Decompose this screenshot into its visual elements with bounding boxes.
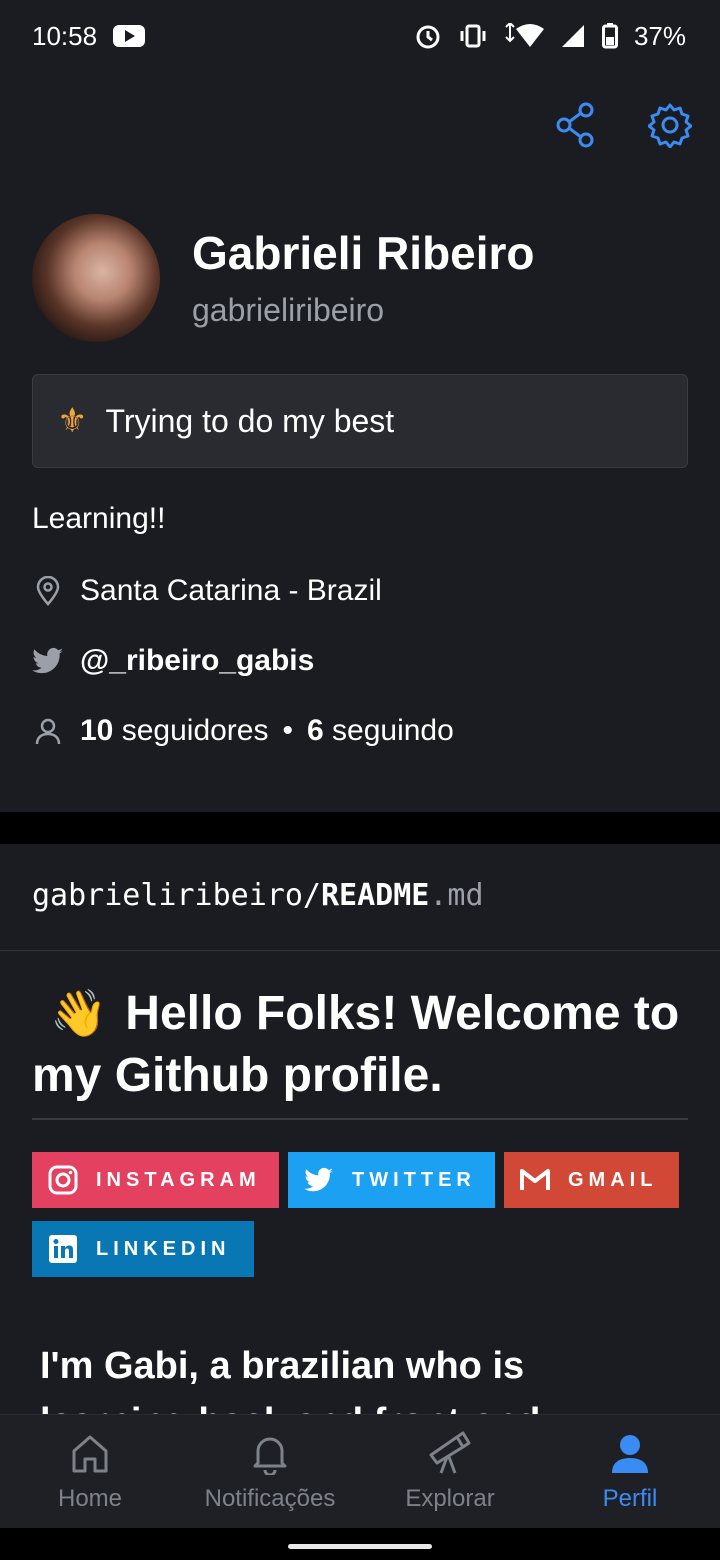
section-separator [0, 812, 720, 844]
divider [0, 950, 720, 951]
nav-profile[interactable]: Perfil [540, 1415, 720, 1529]
nav-profile-label: Perfil [602, 1485, 658, 1512]
nav-explore-label: Explorar [405, 1485, 495, 1512]
following-label: seguindo [332, 714, 454, 747]
followers-count: 10 [80, 714, 114, 747]
twitter-row[interactable]: @_ribeiro_gabis [32, 644, 314, 678]
waving-hand-icon: 👋 [50, 987, 108, 1039]
location-pin-icon [32, 575, 64, 607]
cell-signal-icon [560, 23, 586, 49]
readme-heading: 👋 Hello Folks! Welcome to my Github profi… [32, 982, 688, 1107]
home-gesture-bar[interactable] [288, 1544, 432, 1549]
bio: Learning!! [32, 502, 166, 535]
twitter-badge-label: TWITTER [352, 1168, 476, 1191]
clock: 10:58 [32, 20, 98, 51]
linkedin-badge[interactable]: LINKEDIN [32, 1221, 254, 1277]
avatar[interactable] [32, 214, 160, 342]
vibrate-icon [458, 24, 488, 48]
gmail-label: GMAIL [568, 1168, 658, 1191]
gmail-icon [520, 1165, 550, 1195]
instagram-icon [48, 1165, 78, 1195]
linkedin-icon [48, 1234, 78, 1264]
user-status[interactable]: ⚜ Trying to do my best [32, 374, 688, 468]
bell-icon [250, 1431, 290, 1475]
twitter-handle: @_ribeiro_gabis [80, 644, 315, 677]
battery-level: 37% [633, 20, 686, 51]
readme-owner: gabrieliribeiro/ [32, 878, 321, 913]
bottom-navigation: Home Notificações Explorar Perfil [0, 1414, 720, 1529]
status-bar: 10:58 37% [0, 0, 720, 72]
person-outline-icon [32, 715, 64, 747]
readme-file: README [320, 878, 430, 913]
telescope-icon [427, 1431, 473, 1475]
home-icon [70, 1431, 110, 1475]
gmail-badge[interactable]: GMAIL [504, 1152, 679, 1208]
battery-icon [601, 23, 618, 49]
gear-icon[interactable] [648, 102, 692, 148]
followers-row[interactable]: 10 seguidores • 6 seguindo [32, 714, 454, 748]
twitter-icon [32, 645, 64, 677]
nav-home[interactable]: Home [0, 1415, 180, 1529]
separator-dot: • [282, 714, 293, 747]
display-name: Gabrieli Ribeiro [192, 227, 535, 280]
twitter-bird-icon [304, 1165, 334, 1195]
fleur-de-lis-icon: ⚜ [57, 402, 88, 440]
twitter-badge[interactable]: TWITTER [288, 1152, 495, 1208]
heading-rule [32, 1118, 688, 1120]
following-count: 6 [307, 714, 324, 747]
username: gabrieliribeiro [192, 291, 385, 328]
youtube-icon [113, 25, 146, 47]
nav-explore[interactable]: Explorar [360, 1415, 540, 1529]
nav-home-label: Home [57, 1485, 123, 1512]
nav-notifications[interactable]: Notificações [180, 1415, 360, 1529]
nav-notifications-label: Notificações [204, 1485, 336, 1512]
readme-heading-text: Hello Folks! Welcome to my Github profil… [32, 987, 680, 1102]
location-text: Santa Catarina - Brazil [80, 574, 382, 607]
wifi-icon [504, 23, 544, 49]
alarm-icon [414, 22, 442, 50]
location-row: Santa Catarina - Brazil [32, 574, 382, 608]
linkedin-label: LINKEDIN [96, 1237, 231, 1260]
profile-actions [556, 102, 692, 148]
followers-label: seguidores [121, 714, 269, 747]
share-icon[interactable] [556, 102, 596, 148]
person-icon [610, 1431, 650, 1475]
readme-path[interactable]: gabrieliribeiro/README.md [32, 878, 484, 913]
readme-ext: .md [429, 878, 484, 913]
profile-header: Gabrieli Ribeiro gabrieliribeiro [32, 214, 535, 342]
instagram-badge[interactable]: INSTAGRAM [32, 1152, 279, 1208]
instagram-label: INSTAGRAM [96, 1168, 261, 1191]
status-text: Trying to do my best [105, 402, 395, 439]
